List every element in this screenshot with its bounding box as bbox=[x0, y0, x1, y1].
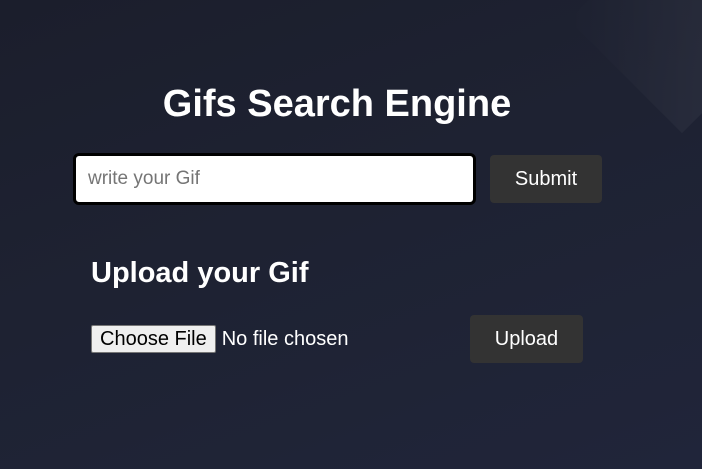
search-input[interactable] bbox=[73, 153, 476, 205]
choose-file-button[interactable]: Choose File bbox=[91, 325, 216, 353]
page-title: Gifs Search Engine bbox=[162, 83, 512, 125]
upload-button[interactable]: Upload bbox=[470, 315, 583, 363]
file-input: Choose File No file chosen bbox=[91, 325, 348, 353]
upload-heading: Upload your Gif bbox=[91, 257, 309, 289]
file-status-text: No file chosen bbox=[221, 327, 349, 350]
submit-button[interactable]: Submit bbox=[490, 155, 602, 203]
